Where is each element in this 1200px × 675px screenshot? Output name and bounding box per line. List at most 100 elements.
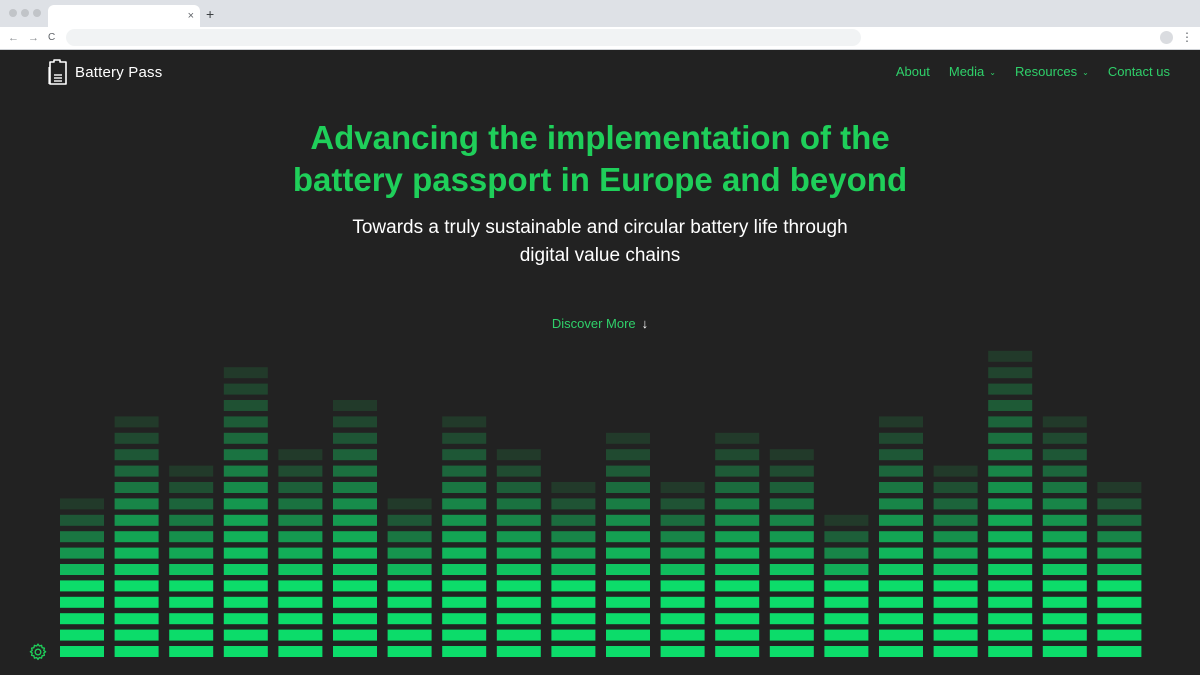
equalizer-segment [114,547,159,559]
equalizer-segment [879,613,923,625]
nav-resources-label: Resources [1015,64,1078,79]
equalizer-segment [551,564,596,575]
equalizer-segment [879,629,923,641]
equalizer-segment [223,482,268,493]
equalizer-segment [442,416,487,428]
equalizer-segment [278,596,323,608]
nav-resources[interactable]: Resources ⌄ [1015,64,1089,82]
equalizer-segment [169,547,214,559]
equalizer-segment [387,564,432,575]
equalizer-segment [1097,531,1142,543]
new-tab-icon[interactable]: + [206,6,214,22]
logo[interactable]: Battery Pass [48,58,162,86]
equalizer-segment [660,564,705,575]
equalizer-segment [223,564,268,575]
equalizer-segment [879,432,923,444]
equalizer-segment [496,613,541,625]
equalizer-segment [606,432,650,444]
equalizer-segment [715,646,760,657]
equalizer-segment [933,613,978,625]
equalizer-segment [879,531,923,543]
equalizer-segment [988,547,1033,559]
equalizer-segment [60,514,104,526]
equalizer-segment [933,580,978,592]
equalizer-segment [333,547,377,559]
equalizer-segment [333,613,377,625]
equalizer-segment [496,465,541,477]
equalizer-segment [114,514,159,526]
hero-title: Advancing the implementation of the batt… [200,117,1000,201]
equalizer-segment [278,482,323,493]
window-maximize-dot[interactable] [33,9,41,17]
equalizer-segment [715,449,760,461]
tab-close-icon[interactable]: × [188,8,194,24]
equalizer-segment [551,482,596,493]
reload-icon[interactable]: C [48,30,55,46]
equalizer-segment [879,449,923,461]
equalizer-segment [988,383,1033,395]
equalizer-segment [169,465,214,477]
equalizer-segment [1097,514,1142,526]
equalizer-segment [223,465,268,477]
equalizer-segment [60,580,104,592]
equalizer-segment [988,482,1033,493]
equalizer-column [114,416,159,657]
equalizer-segment [387,613,432,625]
equalizer-segment [496,498,541,510]
nav-about[interactable]: About [896,64,930,82]
equalizer-segment [769,449,814,461]
equalizer-column [1042,416,1087,657]
equalizer-segment [114,531,159,543]
address-bar[interactable] [66,29,861,46]
equalizer-segment [1042,514,1087,526]
equalizer-segment [606,465,650,477]
equalizer-segment [387,531,432,543]
equalizer-segment [933,646,978,657]
equalizer-segment [278,580,323,592]
discover-more-link[interactable]: Discover More ↓ [520,316,680,332]
equalizer-segment [606,580,650,592]
equalizer-segment [442,547,487,559]
equalizer-segment [769,629,814,641]
equalizer-segment [1042,498,1087,510]
equalizer-segment [988,400,1033,411]
equalizer-segment [387,646,432,657]
equalizer-segment [824,547,869,559]
equalizer-segment [879,514,923,526]
equalizer-segment [1042,449,1087,461]
equalizer-segment [660,498,705,510]
equalizer-segment [1042,564,1087,575]
equalizer-segment [60,646,104,657]
equalizer-segment [988,416,1033,428]
back-icon[interactable]: ← [8,30,19,46]
equalizer-column [769,449,814,657]
nav-contact[interactable]: Contact us [1108,64,1170,82]
window-close-dot[interactable] [9,9,17,17]
equalizer-segment [333,629,377,641]
equalizer-segment [278,498,323,510]
profile-avatar[interactable] [1160,31,1173,44]
equalizer-segment [715,629,760,641]
equalizer-segment [114,482,159,493]
gear-icon[interactable] [28,642,48,662]
equalizer-segment [988,350,1033,362]
equalizer-segment [333,482,377,493]
equalizer-segment [333,416,377,428]
equalizer-segment [988,367,1033,379]
equalizer-segment [496,531,541,543]
equalizer-segment [496,580,541,592]
equalizer-segment [333,400,377,411]
browser-tab[interactable]: × [48,5,200,27]
equalizer-segment [660,531,705,543]
equalizer-segment [715,564,760,575]
equalizer-segment [715,482,760,493]
forward-icon[interactable]: → [28,30,39,46]
equalizer-segment [278,514,323,526]
window-minimize-dot[interactable] [21,9,29,17]
nav-media[interactable]: Media ⌄ [949,64,996,82]
browser-menu-icon[interactable]: ⋮ [1181,30,1193,45]
equalizer-segment [933,514,978,526]
equalizer-segment [879,646,923,657]
equalizer-segment [1097,580,1142,592]
equalizer-segment [60,613,104,625]
